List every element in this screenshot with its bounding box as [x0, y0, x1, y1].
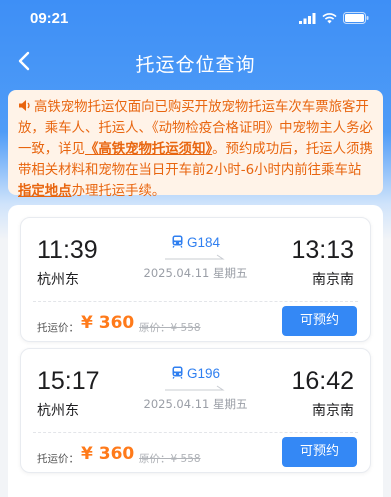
price-value: ¥ 360	[81, 313, 135, 333]
status-bar: 09:21	[0, 0, 391, 40]
train-number-label: G196	[186, 366, 221, 381]
card-divider	[33, 432, 358, 433]
arrival-time: 13:13	[291, 236, 354, 264]
signal-icon	[299, 12, 316, 24]
train-icon	[172, 366, 183, 379]
book-button[interactable]: 可预约	[282, 437, 357, 467]
train-card[interactable]: 15:17 杭州东 G196 2025.04.11 星期五 16:42 南京南 …	[20, 348, 371, 473]
original-price: 原价：¥ 558	[139, 453, 201, 465]
status-time: 09:21	[30, 10, 69, 27]
designated-location-link[interactable]: 指定地点	[18, 184, 72, 199]
train-card[interactable]: 11:39 杭州东 G184 2025.04.11 星期五 13:13 南京南 …	[20, 217, 371, 342]
book-button[interactable]: 可预约	[282, 306, 357, 336]
direction-arrow	[165, 385, 225, 391]
direction-arrow	[165, 254, 225, 260]
price-label: 托运价：	[37, 453, 79, 465]
arrival-time: 16:42	[291, 367, 354, 395]
notice-text-3: 办理托运手续。	[71, 184, 166, 199]
card-divider	[33, 301, 358, 302]
status-icons	[299, 12, 369, 24]
price-value: ¥ 360	[81, 444, 135, 464]
speaker-icon	[19, 100, 30, 111]
train-number-label: G184	[186, 235, 221, 250]
nav-bar: 托运仓位查询	[0, 44, 391, 80]
page-title: 托运仓位查询	[135, 54, 256, 76]
price-label: 托运价：	[37, 322, 79, 334]
pet-shipping-rules-link[interactable]: 《高铁宠物托运须知》	[85, 142, 212, 157]
notice-banner: 高铁宠物托运仅面向已购买开放宠物托运车次车票旅客开放，乘车人、托运人、《动物检疫…	[8, 90, 383, 199]
wifi-icon	[322, 12, 337, 23]
arrival-station: 南京南	[312, 272, 354, 288]
arrival-station: 南京南	[312, 403, 354, 419]
train-icon	[172, 235, 183, 248]
original-price: 原价：¥ 558	[139, 322, 201, 334]
battery-icon	[343, 12, 369, 24]
